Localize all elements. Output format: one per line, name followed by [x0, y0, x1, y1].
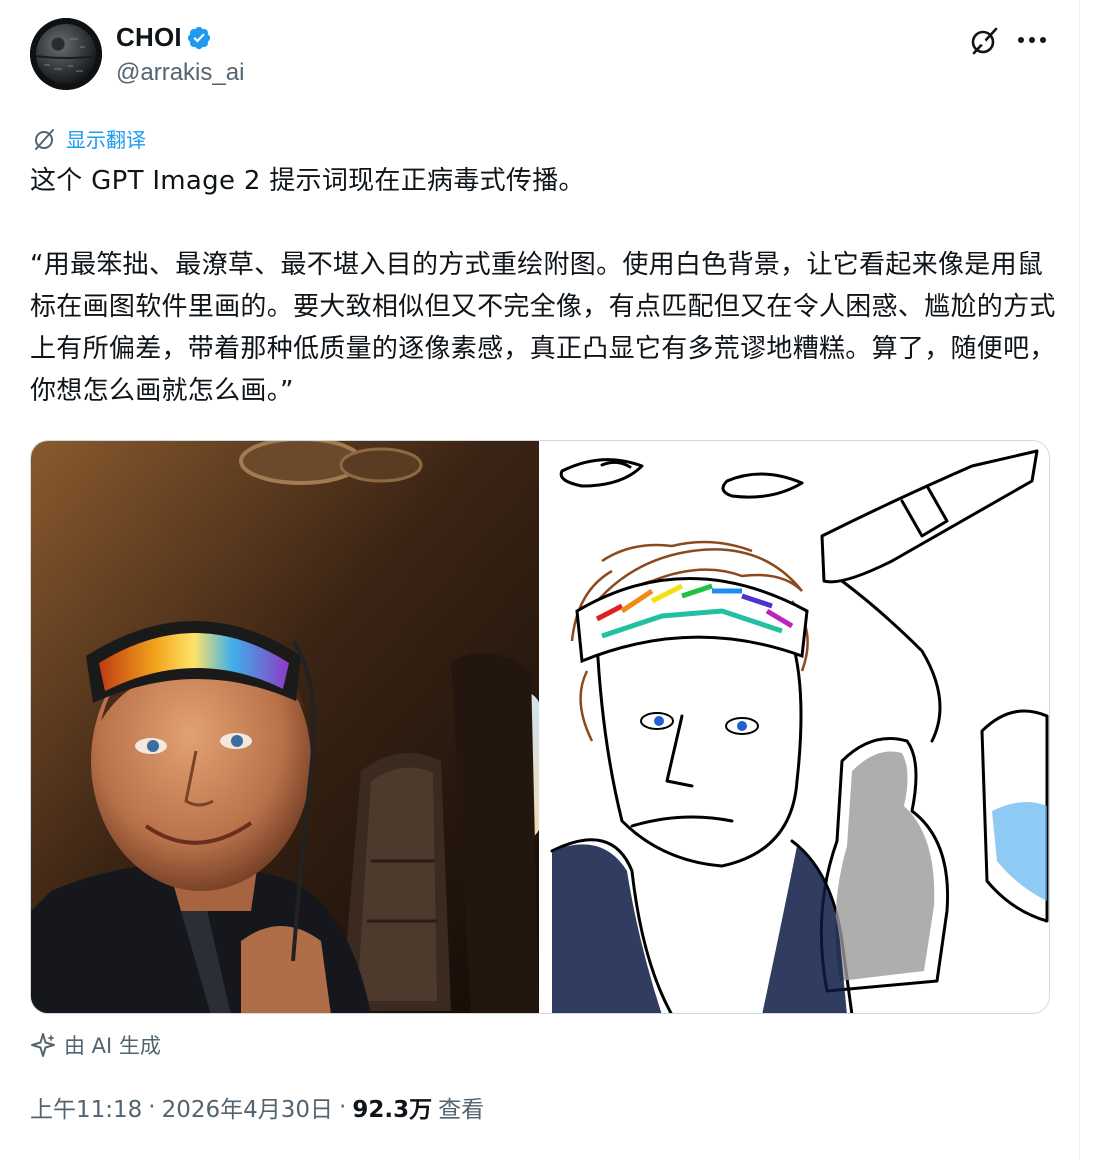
tweet-header: CHOI @arrakis_ai — [30, 18, 1060, 92]
death-star-avatar-icon — [30, 18, 102, 90]
ai-generated-label[interactable]: 由 AI 生成 — [30, 1030, 161, 1060]
ai-generated-text: 由 AI 生成 — [64, 1034, 161, 1058]
show-translation-label[interactable]: 显示翻译 — [66, 124, 146, 153]
tweet-text: 这个 GPT Image 2 提示词现在正病毒式传播。 “用最笨拙、最潦草、最不… — [30, 166, 1056, 406]
sparkle-icon — [31, 1033, 55, 1057]
display-name[interactable]: CHOI — [116, 22, 182, 53]
user-handle[interactable]: @arrakis_ai — [116, 59, 244, 87]
more-options-button[interactable] — [1014, 22, 1050, 58]
grok-slash-icon — [971, 27, 998, 55]
grok-slash-icon — [35, 128, 54, 150]
views-count: 92.3万 — [352, 1097, 433, 1123]
column-divider — [1079, 0, 1080, 1160]
media-grid[interactable] — [30, 440, 1050, 1014]
tweet-date[interactable]: 2026年4月30日 — [162, 1090, 333, 1124]
tweet-time[interactable]: 上午11:18 — [30, 1090, 142, 1124]
verified-badge-icon — [186, 25, 212, 51]
avatar[interactable] — [30, 18, 102, 90]
show-translation-link[interactable]: 显示翻译 — [32, 124, 146, 153]
crude-paint-drawing[interactable] — [542, 441, 1049, 1013]
cabin-selfie-photo[interactable] — [31, 441, 541, 1013]
meta-separator: · — [339, 1094, 347, 1120]
meta-separator: · — [148, 1094, 156, 1120]
more-dots-icon — [1018, 37, 1046, 43]
tweet-meta: 上午11:18 · 2026年4月30日 · 92.3万 查看 — [30, 1090, 484, 1124]
name-row: CHOI — [116, 22, 212, 53]
views-label: 查看 — [438, 1097, 485, 1123]
grok-button[interactable] — [967, 22, 1003, 58]
